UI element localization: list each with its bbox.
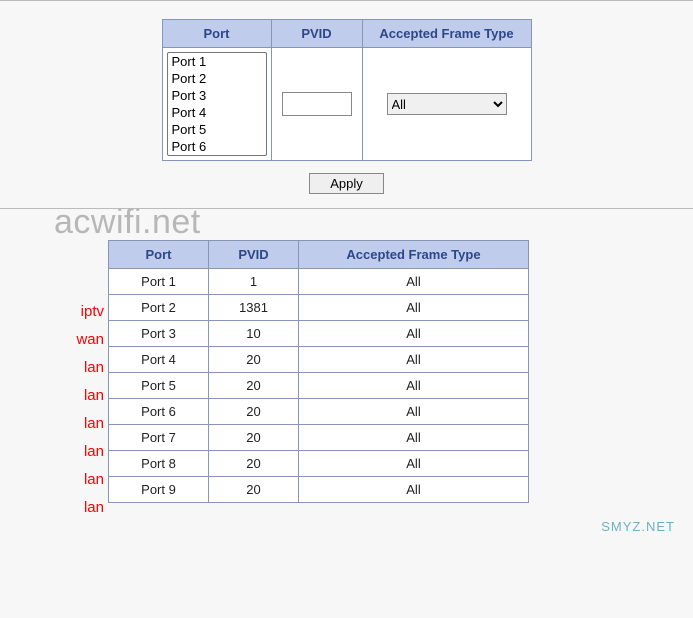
header-port: Port [162, 20, 271, 48]
cell-port: Port 5 [109, 373, 209, 399]
cell-port: Port 1 [109, 269, 209, 295]
cell-frame: All [299, 425, 529, 451]
data-header-pvid: PVID [209, 241, 299, 269]
cell-frame: All [299, 347, 529, 373]
table-row: Port 620All [109, 399, 529, 425]
table-row: Port 420All [109, 347, 529, 373]
cell-frame: All [299, 295, 529, 321]
annotation-label: lan [60, 382, 104, 410]
annotation-label: wan [60, 326, 104, 354]
cell-pvid: 10 [209, 321, 299, 347]
port-option[interactable]: Port 1 [168, 53, 266, 70]
cell-port: Port 7 [109, 425, 209, 451]
cell-frame: All [299, 477, 529, 503]
cell-port: Port 6 [109, 399, 209, 425]
cell-frame: All [299, 269, 529, 295]
port-option[interactable]: Port 4 [168, 104, 266, 121]
cell-port: Port 8 [109, 451, 209, 477]
row-annotations: iptvwanlanlanlanlanlanlan [60, 240, 104, 522]
config-table: Port PVID Accepted Frame Type Port 1Port… [162, 19, 532, 161]
table-row: Port 11All [109, 269, 529, 295]
cell-pvid: 1381 [209, 295, 299, 321]
cell-pvid: 20 [209, 451, 299, 477]
annotation-label [60, 270, 104, 298]
data-header-frame: Accepted Frame Type [299, 241, 529, 269]
data-header-port: Port [109, 241, 209, 269]
cell-frame: All [299, 373, 529, 399]
cell-frame: All [299, 399, 529, 425]
pvid-input[interactable] [282, 92, 352, 116]
table-row: Port 310All [109, 321, 529, 347]
apply-button[interactable]: Apply [309, 173, 384, 194]
port-option[interactable]: Port 5 [168, 121, 266, 138]
port-option[interactable]: Port 3 [168, 87, 266, 104]
cell-port: Port 3 [109, 321, 209, 347]
annotation-label: lan [60, 410, 104, 438]
annotation-label: lan [60, 354, 104, 382]
cell-pvid: 20 [209, 399, 299, 425]
cell-pvid: 1 [209, 269, 299, 295]
table-row: Port 820All [109, 451, 529, 477]
cell-frame: All [299, 451, 529, 477]
config-section: Port PVID Accepted Frame Type Port 1Port… [0, 0, 693, 209]
annotation-label: iptv [60, 298, 104, 326]
cell-pvid: 20 [209, 425, 299, 451]
cell-frame: All [299, 321, 529, 347]
annotation-label: lan [60, 438, 104, 466]
table-row: Port 520All [109, 373, 529, 399]
header-pvid: PVID [271, 20, 362, 48]
port-select[interactable]: Port 1Port 2Port 3Port 4Port 5Port 6 [167, 52, 267, 156]
cell-port: Port 2 [109, 295, 209, 321]
table-row: Port 21381All [109, 295, 529, 321]
frame-type-select[interactable]: All [387, 93, 507, 115]
cell-pvid: 20 [209, 477, 299, 503]
cell-pvid: 20 [209, 373, 299, 399]
cell-pvid: 20 [209, 347, 299, 373]
annotation-label: lan [60, 494, 104, 522]
table-row: Port 920All [109, 477, 529, 503]
table-row: Port 720All [109, 425, 529, 451]
annotation-label: lan [60, 466, 104, 494]
cell-port: Port 9 [109, 477, 209, 503]
cell-port: Port 4 [109, 347, 209, 373]
port-option[interactable]: Port 6 [168, 138, 266, 155]
port-option[interactable]: Port 2 [168, 70, 266, 87]
header-frame: Accepted Frame Type [362, 20, 531, 48]
pvid-data-table: Port PVID Accepted Frame Type Port 11All… [108, 240, 529, 503]
